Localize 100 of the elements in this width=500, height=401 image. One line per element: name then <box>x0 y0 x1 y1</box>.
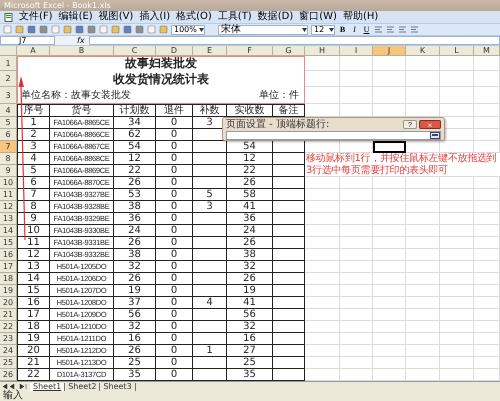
row-header[interactable]: 24 <box>0 345 17 357</box>
column-header[interactable]: H <box>305 46 340 56</box>
workbook-icon[interactable] <box>4 12 13 22</box>
empty-cell[interactable] <box>273 309 305 321</box>
column-header[interactable]: G <box>273 46 305 56</box>
empty-cell[interactable] <box>193 261 227 273</box>
empty-cell[interactable] <box>193 285 227 297</box>
align-right-icon[interactable] <box>398 25 407 34</box>
column-header[interactable]: L <box>440 46 474 56</box>
empty-cell[interactable] <box>193 213 227 225</box>
row-header[interactable]: 17 <box>0 261 17 273</box>
row-header[interactable]: 5 <box>0 117 17 129</box>
row-header[interactable]: 14 <box>0 225 17 237</box>
row-header[interactable]: 20 <box>0 297 17 309</box>
empty-cell[interactable] <box>193 333 227 345</box>
empty-cell[interactable] <box>273 201 305 213</box>
menu-item[interactable]: 工具(T) <box>218 11 252 23</box>
empty-cell[interactable] <box>193 249 227 261</box>
font-size-dropdown[interactable]: 12 <box>311 24 335 34</box>
row-header[interactable]: 8 <box>0 153 17 165</box>
empty-cell[interactable] <box>273 177 305 189</box>
row-header[interactable]: 15 <box>0 237 17 249</box>
empty-cell[interactable] <box>273 357 305 369</box>
row-header[interactable]: 13 <box>0 213 17 225</box>
row-header[interactable]: 11 <box>0 189 17 201</box>
empty-cell[interactable] <box>273 189 305 201</box>
empty-cell[interactable] <box>273 285 305 297</box>
empty-cell[interactable] <box>273 333 305 345</box>
row-header[interactable]: 4 <box>0 104 17 117</box>
row-header[interactable]: 19 <box>0 285 17 297</box>
empty-cell[interactable] <box>273 273 305 285</box>
empty-cell[interactable] <box>273 225 305 237</box>
selected-cell[interactable] <box>373 141 406 153</box>
row-header[interactable]: 1 <box>0 56 17 71</box>
empty-cell[interactable] <box>273 297 305 309</box>
empty-cell[interactable] <box>193 165 227 177</box>
row-header[interactable]: 12 <box>0 201 17 213</box>
menu-item[interactable]: 帮助(H) <box>342 11 378 23</box>
format-button[interactable]: I <box>350 24 359 34</box>
row-header[interactable]: 6 <box>0 129 17 141</box>
menu-item[interactable]: 窗口(W) <box>299 11 337 23</box>
menu-item[interactable]: 文件(F) <box>19 11 53 23</box>
row-header[interactable]: 9 <box>0 165 17 177</box>
empty-cell[interactable] <box>273 237 305 249</box>
merge-icon[interactable] <box>410 25 419 34</box>
row-header[interactable]: 26 <box>0 369 17 381</box>
row-header[interactable]: 10 <box>0 177 17 189</box>
empty-cell[interactable] <box>273 261 305 273</box>
column-header[interactable]: M <box>474 46 500 56</box>
row-header[interactable]: 18 <box>0 273 17 285</box>
column-header[interactable]: E <box>193 46 227 56</box>
font-dropdown[interactable]: 宋体 <box>218 24 308 34</box>
empty-cell[interactable] <box>193 273 227 285</box>
column-header[interactable]: K <box>406 46 440 56</box>
formula-field[interactable] <box>88 36 500 45</box>
row-header[interactable]: 3 <box>0 87 17 104</box>
empty-cell[interactable] <box>193 321 227 333</box>
empty-cell[interactable] <box>273 213 305 225</box>
sheet-tab[interactable]: Sheet1 <box>30 382 66 390</box>
column-header[interactable]: B <box>50 46 114 56</box>
empty-cell[interactable] <box>273 321 305 333</box>
row-header[interactable]: 7 <box>0 141 17 153</box>
row-header[interactable]: 22 <box>0 321 17 333</box>
empty-cell[interactable] <box>273 345 305 357</box>
empty-cell[interactable] <box>273 165 305 177</box>
zoom-dropdown[interactable]: 100% <box>171 24 205 34</box>
format-button[interactable]: B <box>338 24 347 34</box>
empty-cell[interactable] <box>193 225 227 237</box>
empty-cell[interactable] <box>193 177 227 189</box>
align-left-icon[interactable] <box>374 25 383 34</box>
sheet-navigation-icon[interactable] <box>2 383 28 390</box>
column-header[interactable]: C <box>114 46 156 56</box>
column-header[interactable]: I <box>340 46 373 56</box>
row-header[interactable]: 23 <box>0 333 17 345</box>
menu-item[interactable]: 视图(V) <box>98 11 134 23</box>
empty-cell[interactable] <box>273 153 305 165</box>
menu-item[interactable]: 编辑(E) <box>58 11 93 23</box>
collapse-icon[interactable] <box>430 132 440 139</box>
menu-item[interactable]: 数据(D) <box>258 11 294 23</box>
range-field[interactable] <box>226 131 441 140</box>
menu-item[interactable]: 格式(O) <box>176 11 212 23</box>
column-header[interactable]: D <box>156 46 193 56</box>
menu-item[interactable]: 插入(I) <box>139 11 170 23</box>
row-header[interactable]: 25 <box>0 357 17 369</box>
fx-label[interactable]: fx <box>77 36 85 45</box>
format-button[interactable]: U <box>362 24 371 34</box>
align-center-icon[interactable] <box>386 25 395 34</box>
row-header[interactable]: 16 <box>0 249 17 261</box>
empty-cell[interactable] <box>273 249 305 261</box>
row-header[interactable]: 2 <box>0 71 17 87</box>
empty-cell[interactable] <box>193 237 227 249</box>
empty-cell[interactable] <box>193 309 227 321</box>
row-header[interactable]: 21 <box>0 309 17 321</box>
name-box[interactable]: J7 <box>0 36 55 45</box>
empty-cell[interactable] <box>193 141 227 153</box>
column-header[interactable]: J <box>373 46 406 56</box>
empty-cell[interactable] <box>193 357 227 369</box>
column-header[interactable]: A <box>17 46 50 56</box>
close-button[interactable]: × <box>419 120 441 129</box>
select-all-corner[interactable] <box>0 46 17 56</box>
